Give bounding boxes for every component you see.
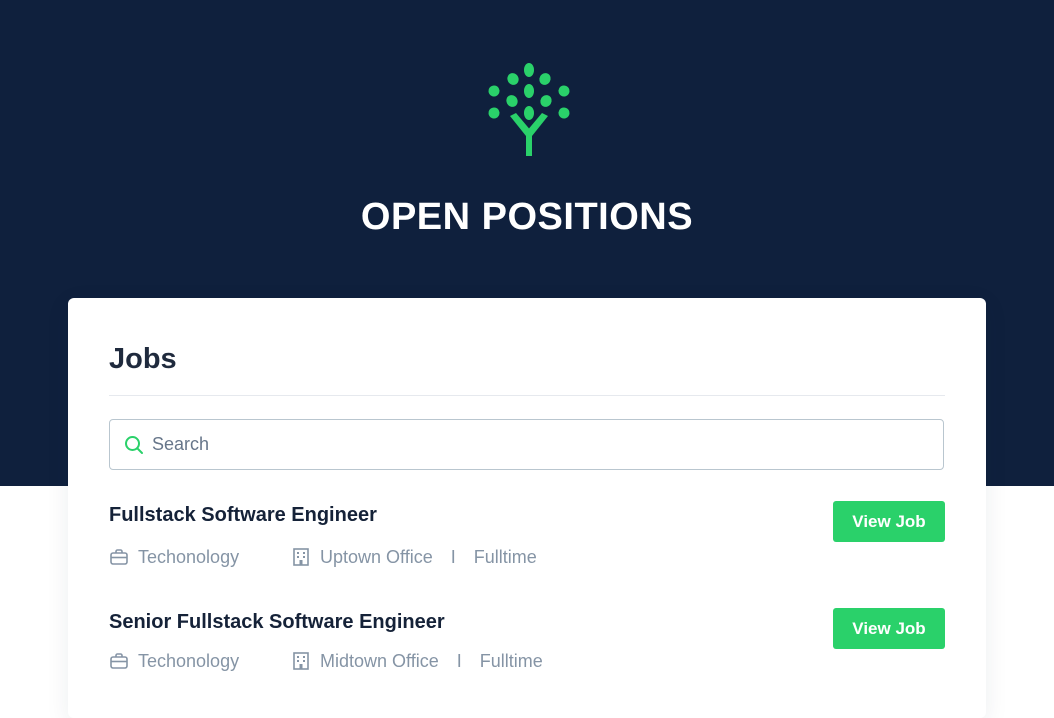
job-department: Techonology: [109, 547, 291, 568]
job-listing: Senior Fullstack Software Engineer Techo…: [109, 608, 945, 698]
job-location-label: Uptown Office: [320, 546, 433, 567]
briefcase-icon: [110, 653, 128, 669]
jobs-card: Jobs Fullstack Software Engineer Techono…: [68, 298, 986, 718]
job-location: Uptown Office: [291, 547, 433, 568]
job-meta: Techonology Midtown Office I Fulltime: [109, 647, 543, 675]
job-meta: Techonology Uptown Office I Fulltime: [109, 543, 537, 571]
job-listing: Fullstack Software Engineer Techonology: [109, 501, 945, 591]
job-department-label: Techonology: [138, 546, 240, 567]
building-icon: [293, 548, 309, 566]
briefcase-icon: [110, 549, 128, 565]
search-icon: [125, 436, 143, 454]
meta-separator: I: [450, 546, 456, 567]
job-location: Midtown Office: [291, 651, 439, 672]
job-title: Fullstack Software Engineer: [109, 504, 377, 526]
job-department: Techonology: [109, 651, 291, 672]
view-job-button[interactable]: View Job: [833, 501, 945, 542]
page-title: OPEN POSITIONS: [360, 196, 694, 238]
search-box[interactable]: [109, 419, 944, 470]
view-job-button[interactable]: View Job: [833, 608, 945, 649]
job-location-label: Midtown Office: [320, 650, 439, 671]
divider: [109, 395, 945, 396]
building-icon: [293, 652, 309, 670]
job-title: Senior Fullstack Software Engineer: [109, 611, 445, 633]
job-type-label: Fulltime: [473, 546, 537, 567]
job-department-label: Techonology: [138, 650, 240, 671]
tree-icon: [488, 63, 570, 156]
search-input[interactable]: [152, 420, 932, 469]
job-type-label: Fulltime: [479, 650, 543, 671]
jobs-heading: Jobs: [109, 343, 177, 375]
meta-separator: I: [456, 650, 462, 671]
